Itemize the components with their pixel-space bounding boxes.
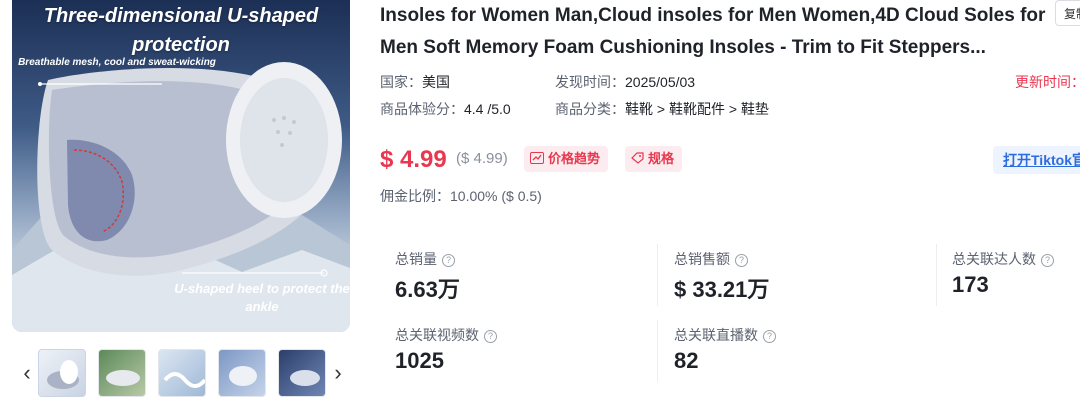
stat-divider (936, 244, 937, 306)
help-icon[interactable]: ? (484, 330, 497, 343)
thumbnail-carousel: ‹ › (14, 349, 354, 399)
open-tiktok-link[interactable]: 打开Tiktok官 (993, 146, 1080, 174)
found-time-label: 发现时间： (555, 74, 625, 90)
country-row: 国家：美国 (380, 72, 450, 92)
influencers-label-text: 总关联达人数 (952, 251, 1036, 267)
country-value: 美国 (422, 74, 450, 90)
total-sales-value: 6.63万 (395, 277, 460, 302)
videos-value: 1025 (395, 348, 444, 373)
videos-label: 总关联视频数? (395, 325, 497, 345)
lives-value: 82 (674, 348, 699, 373)
total-sales-label: 总销量? (395, 249, 455, 269)
rating-value: 4.4 /5.0 (464, 101, 511, 117)
category-label: 商品分类： (555, 101, 625, 117)
carousel-prev-icon[interactable]: ‹ (18, 361, 36, 385)
image-caption-mesh: Breathable mesh, cool and sweat-wicking (18, 57, 216, 68)
total-revenue-value: $ 33.21万 (674, 277, 770, 302)
influencers-value: 173 (952, 272, 989, 297)
influencers-label: 总关联达人数? (952, 249, 1054, 269)
thumbnail-3[interactable] (158, 349, 206, 397)
category-row: 商品分类：鞋靴 > 鞋靴配件 > 鞋垫 (555, 99, 769, 119)
commission-row: 佣金比例：10.00% ($ 0.5) (380, 186, 542, 206)
spec-label: 规格 (648, 151, 675, 166)
current-price: $ 4.99 (380, 146, 447, 173)
rating-label: 商品体验分： (380, 101, 464, 117)
thumbnail-1[interactable] (38, 349, 86, 397)
insole-thumb-icon (163, 372, 205, 388)
found-time-value: 2025/05/03 (625, 74, 696, 90)
total-revenue-label-text: 总销售额 (674, 251, 730, 267)
insole-thumb-icon (290, 370, 320, 386)
tag-icon (631, 147, 644, 173)
product-main-image[interactable]: Three-dimensional U-shaped protection Br… (12, 0, 350, 332)
image-headline: Three-dimensional U-shaped protection (43, 5, 319, 56)
help-icon[interactable]: ? (442, 254, 455, 267)
videos-label-text: 总关联视频数 (395, 327, 479, 343)
carousel-next-icon[interactable]: › (329, 361, 347, 385)
original-price: ($ 4.99) (456, 150, 508, 167)
thumbnail-5[interactable] (278, 349, 326, 397)
country-label: 国家： (380, 74, 422, 90)
commission-value: 10.00% ($ 0.5) (450, 188, 542, 204)
rating-row: 商品体验分：4.4 /5.0 (380, 99, 511, 119)
help-icon[interactable]: ? (1041, 254, 1054, 267)
insole-thumb-icon (106, 370, 140, 386)
help-icon[interactable]: ? (763, 330, 776, 343)
price-trend-button[interactable]: 价格趋势 (524, 146, 609, 173)
found-time-row: 发现时间：2025/05/03 (555, 72, 695, 92)
insole-thumb-icon (47, 360, 79, 389)
stat-divider (657, 320, 658, 382)
spec-button[interactable]: 规格 (625, 146, 683, 173)
price-trend-label: 价格趋势 (548, 151, 601, 166)
stat-divider (657, 244, 658, 306)
total-revenue-label: 总销售额? (674, 249, 748, 269)
lives-label: 总关联直播数? (674, 325, 776, 345)
commission-label: 佣金比例： (380, 188, 450, 204)
insole-thumb-icon (229, 366, 257, 386)
thumbnail-4[interactable] (218, 349, 266, 397)
product-title: Insoles for Women Man,Cloud insoles for … (380, 5, 1046, 58)
lives-label-text: 总关联直播数 (674, 327, 758, 343)
help-icon[interactable]: ? (735, 254, 748, 267)
thumbnail-2[interactable] (98, 349, 146, 397)
total-sales-label-text: 总销量 (395, 251, 437, 267)
image-caption-heel: U-shaped heel to protect the ankle (174, 281, 350, 314)
category-value: 鞋靴 > 鞋靴配件 > 鞋垫 (625, 101, 769, 117)
trend-chart-icon (530, 147, 544, 173)
copy-button[interactable]: 复制 (1055, 0, 1080, 26)
update-time-label: 更新时间： (1015, 74, 1080, 90)
